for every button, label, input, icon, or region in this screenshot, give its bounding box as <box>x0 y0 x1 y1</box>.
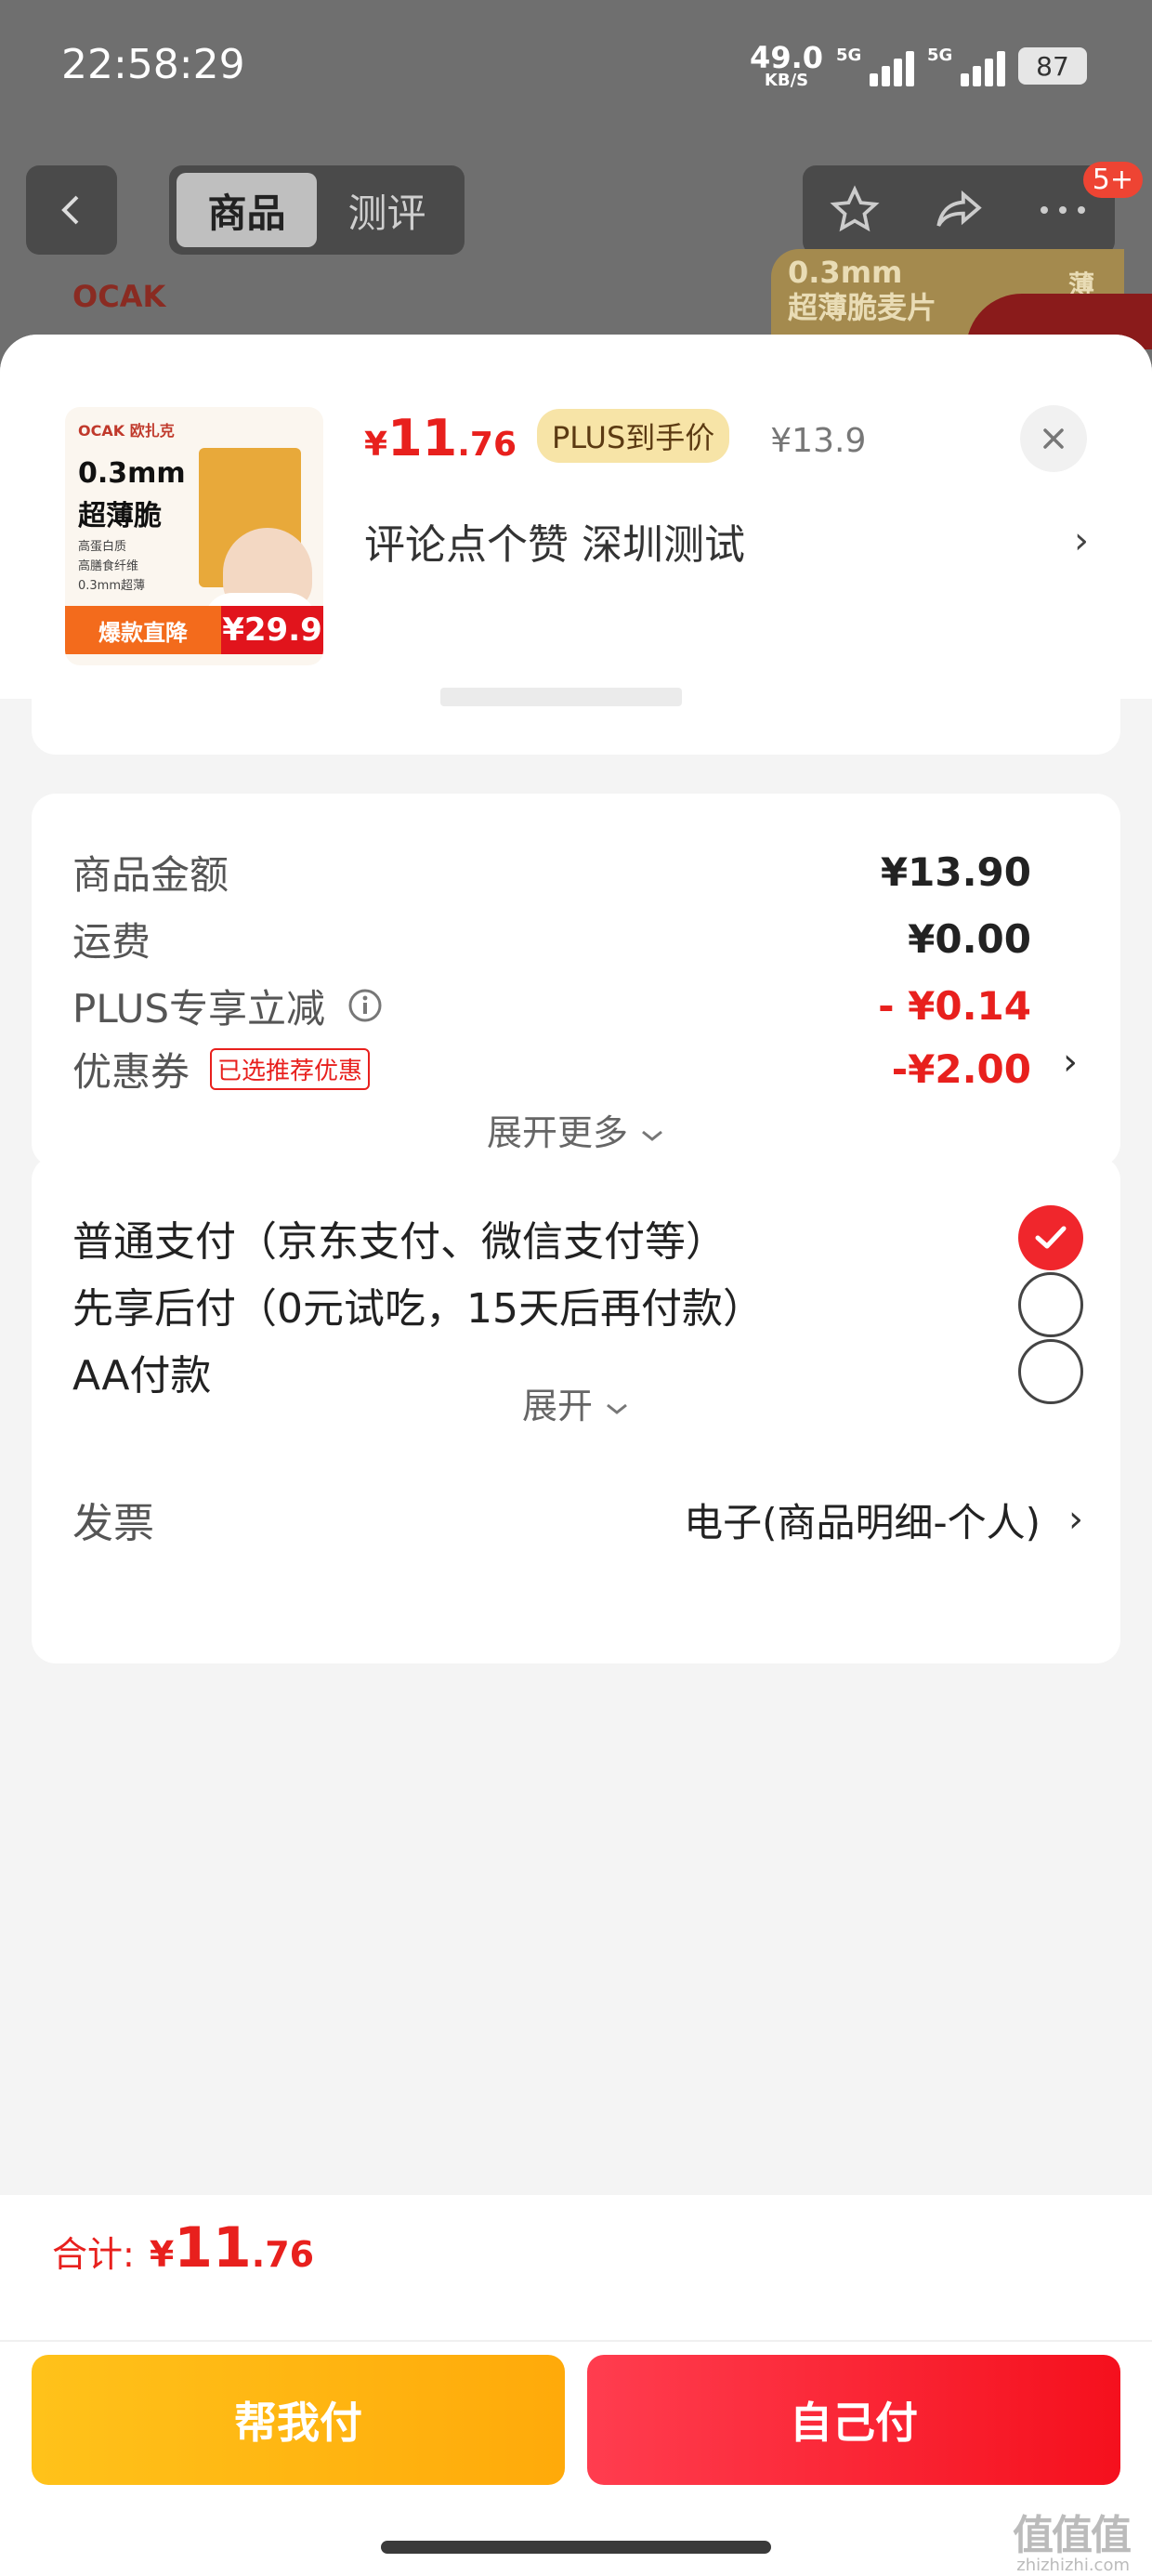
watermark: 值值值 zhizhizhi.com <box>1013 2512 1132 2575</box>
product-features: 高蛋白质 高膳食纤维 0.3mm超薄 <box>78 540 146 593</box>
status-icons: 49.0 KB/S 5G 5G 87 <box>750 43 1087 89</box>
amount-row-plus: PLUS专享立减 - ¥0.14 <box>72 982 1031 1032</box>
back-button[interactable] <box>26 165 117 255</box>
radio-unchecked[interactable] <box>1018 1272 1083 1337</box>
radio-checked[interactable] <box>1018 1205 1083 1270</box>
chevron-down-icon <box>607 1403 627 1414</box>
favorite-button[interactable] <box>803 165 907 255</box>
payment-option-paylater[interactable]: 先享后付（0元试吃，15天后再付款） <box>72 1268 1083 1342</box>
star-icon <box>830 185 880 232</box>
expand-more-button[interactable]: 展开更多 <box>32 1104 1120 1155</box>
close-button[interactable] <box>1020 405 1087 472</box>
close-icon <box>1043 428 1064 449</box>
amount-row-shipping: 运费 ¥0.00 <box>72 915 1031 965</box>
payment-option-normal[interactable]: 普通支付（京东支付、微信支付等） <box>72 1201 1083 1275</box>
brand-logo: OCAK <box>72 279 166 314</box>
total-amount: 合计: ¥11.76 <box>52 2215 315 2280</box>
tab-product[interactable]: 商品 <box>177 173 317 247</box>
checkout-bar: 合计: ¥11.76 帮我付 自己付 值值值 zhizhizhi.com <box>0 2195 1152 2576</box>
amount-card: 商品金额 ¥13.90 运费 ¥0.00 PLUS专享立减 - ¥0.14 优惠… <box>32 794 1120 1167</box>
address-text: 评论点个赞 深圳测试 <box>364 521 745 569</box>
help-pay-button[interactable]: 帮我付 <box>32 2355 565 2485</box>
status-bar: 22:58:29 49.0 KB/S 5G 5G 87 <box>0 0 1152 139</box>
deal-banner: 爆款直降 ¥29.9 <box>65 606 323 654</box>
coupon-tag: 已选推荐优惠 <box>210 1047 371 1090</box>
net-speed: 49.0 KB/S <box>750 40 823 90</box>
chevron-right-icon: › <box>1063 1041 1078 1084</box>
share-button[interactable] <box>907 165 1011 255</box>
original-price: ¥13.9 <box>770 422 867 460</box>
plus-price: ¥11.76 <box>364 409 517 467</box>
status-time: 22:58:29 <box>61 41 245 88</box>
invoice-row[interactable]: 发票 电子(商品明细-个人) › <box>72 1487 1083 1552</box>
signal-icon: 5G <box>836 46 914 86</box>
chevron-down-icon <box>642 1130 662 1141</box>
more-icon <box>1041 206 1085 214</box>
home-indicator[interactable] <box>381 2541 771 2554</box>
self-pay-button[interactable]: 自己付 <box>587 2355 1120 2485</box>
amount-row-goods: 商品金额 ¥13.90 <box>72 848 1031 898</box>
product-thumbnail[interactable]: OCAK 欧扎克 0.3mm 超薄脆 高蛋白质 高膳食纤维 0.3mm超薄 爆款… <box>65 407 323 665</box>
tab-review[interactable]: 测评 <box>317 173 457 247</box>
amount-row-coupon[interactable]: 优惠券 已选推荐优惠 -¥2.00 <box>72 1041 1031 1097</box>
expand-payment-button[interactable]: 展开 <box>32 1377 1120 1428</box>
price-row: ¥11.76 PLUS到手价 ¥13.9 <box>364 409 866 470</box>
divider <box>0 2340 1152 2342</box>
info-icon[interactable] <box>347 988 383 1023</box>
chevron-right-icon: › <box>1068 1498 1083 1541</box>
check-icon <box>1035 1226 1067 1249</box>
product-header: OCAK 欧扎克 0.3mm 超薄脆 高蛋白质 高膳食纤维 0.3mm超薄 爆款… <box>0 335 1152 699</box>
tab-switch: 商品 测评 <box>169 165 465 255</box>
product-nav: 商品 测评 5+ <box>0 162 1152 258</box>
invoice-card[interactable]: 发票 电子(商品明细-个人) › <box>32 1472 1120 1634</box>
battery-icon: 87 <box>1018 47 1087 85</box>
share-icon <box>936 190 982 227</box>
message-badge: 5+ <box>1082 162 1143 198</box>
chevron-right-icon: › <box>1074 519 1089 562</box>
plus-price-tag: PLUS到手价 <box>537 409 730 463</box>
signal-icon: 5G <box>927 46 1005 86</box>
action-group <box>803 165 1115 255</box>
address-row[interactable]: 评论点个赞 深圳测试 › <box>364 513 1089 569</box>
chevron-left-icon <box>61 195 79 225</box>
collapsed-card <box>32 688 1120 755</box>
